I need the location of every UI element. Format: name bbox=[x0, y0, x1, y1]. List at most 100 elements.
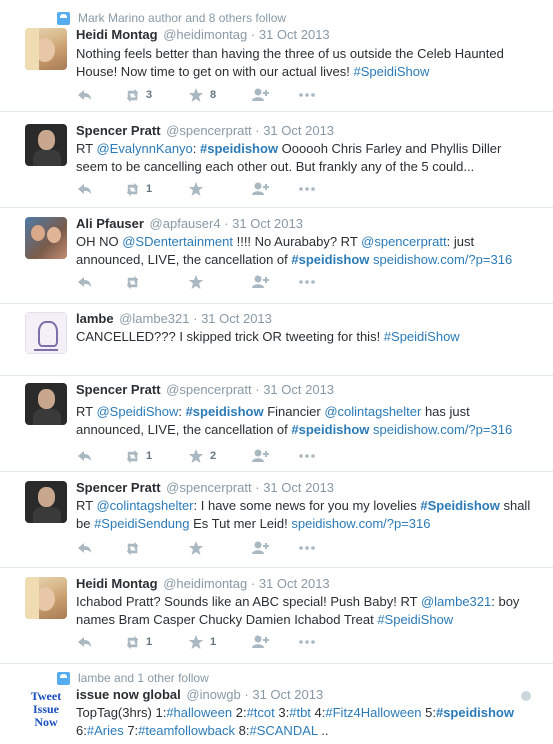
hashtag-link[interactable]: #speidishow bbox=[291, 422, 369, 437]
user-name[interactable]: Spencer Pratt bbox=[76, 123, 161, 138]
user-handle[interactable]: @lambe321 bbox=[119, 311, 189, 326]
tweet-link[interactable]: #SpeidiShow bbox=[377, 612, 453, 627]
more-button[interactable] bbox=[298, 446, 316, 466]
follow-button[interactable] bbox=[252, 538, 270, 558]
tweet-link[interactable]: speidishow.com/?p=316 bbox=[291, 516, 430, 531]
reply-button[interactable] bbox=[76, 272, 92, 292]
tweet-link[interactable]: #teamfollowback bbox=[138, 723, 235, 738]
more-button[interactable] bbox=[298, 272, 316, 292]
tweet-link[interactable]: #SpeidiShow bbox=[353, 64, 429, 79]
reply-button[interactable] bbox=[76, 179, 92, 199]
tweet-link[interactable]: @EvalynnKanyo bbox=[96, 141, 192, 156]
retweet-button[interactable]: 3 bbox=[124, 85, 152, 105]
reply-button[interactable] bbox=[76, 446, 92, 466]
tweet-date[interactable]: · 31 Oct 2013 bbox=[251, 576, 330, 591]
favorite-count: 1 bbox=[210, 636, 217, 648]
reply-button[interactable] bbox=[76, 538, 92, 558]
tweet-date[interactable]: · 31 Oct 2013 bbox=[255, 382, 334, 397]
retweet-button[interactable]: 1 bbox=[124, 179, 152, 199]
tweet[interactable]: Mark Marino author and 8 others follow He… bbox=[0, 0, 553, 112]
tweet[interactable]: Heidi Montag @heidimontag · 31 Oct 2013 I… bbox=[0, 568, 553, 664]
more-icon bbox=[298, 634, 316, 650]
tweet-link[interactable]: #tcot bbox=[247, 705, 275, 720]
tweet-link[interactable]: @SpeidiShow bbox=[96, 404, 178, 419]
tweet-date[interactable]: · 31 Oct 2013 bbox=[255, 123, 334, 138]
avatar[interactable]: Tweet Issue Now bbox=[25, 688, 67, 730]
favorite-button[interactable]: 2 bbox=[188, 446, 216, 466]
hashtag-link[interactable]: #speidishow bbox=[200, 141, 278, 156]
favorite-button[interactable]: 1 bbox=[188, 632, 216, 652]
more-button[interactable] bbox=[298, 538, 316, 558]
avatar[interactable] bbox=[25, 481, 67, 523]
tweet[interactable]: lambe and 1 other follow Tweet Issue Now iss… bbox=[0, 664, 553, 744]
user-handle[interactable]: @heidimontag bbox=[163, 576, 247, 591]
reply-button[interactable] bbox=[76, 632, 92, 652]
tweet-link[interactable]: #Fitz4Halloween bbox=[325, 705, 421, 720]
user-handle[interactable]: @apfauser4 bbox=[150, 216, 221, 231]
tweet-link[interactable]: speidishow.com/?p=316 bbox=[373, 422, 512, 437]
tweet[interactable]: lambe @lambe321 · 31 Oct 2013 CANCELLED??… bbox=[0, 304, 553, 376]
user-handle[interactable]: @spencerpratt bbox=[166, 382, 251, 397]
tweet-link[interactable]: #tbt bbox=[289, 705, 311, 720]
tweet-date[interactable]: · 31 Oct 2013 bbox=[255, 480, 334, 495]
tweet-link[interactable]: #SpeidiShow bbox=[384, 329, 460, 344]
tweet[interactable]: Spencer Pratt @spencerpratt · 31 Oct 201… bbox=[0, 472, 553, 568]
favorite-button[interactable] bbox=[188, 179, 210, 199]
tweet[interactable]: Spencer Pratt @spencerpratt · 31 Oct 201… bbox=[0, 376, 553, 472]
tweet-link[interactable]: #halloween bbox=[166, 705, 232, 720]
retweet-button[interactable]: 1 bbox=[124, 446, 152, 466]
favorite-button[interactable] bbox=[188, 272, 210, 292]
follow-button[interactable] bbox=[252, 85, 270, 105]
hashtag-link[interactable]: #speidishow bbox=[291, 252, 369, 267]
tweet-link[interactable]: @colintagshelter bbox=[96, 498, 193, 513]
tweet-date[interactable]: · 31 Oct 2013 bbox=[251, 27, 330, 42]
more-button[interactable] bbox=[298, 179, 316, 199]
hashtag-link[interactable]: #speidishow bbox=[436, 705, 514, 720]
tweet-date[interactable]: · 31 Oct 2013 bbox=[224, 216, 303, 231]
tweet-link[interactable]: speidishow.com/?p=316 bbox=[373, 252, 512, 267]
more-button[interactable] bbox=[298, 632, 316, 652]
favorite-button[interactable] bbox=[188, 538, 210, 558]
tweet[interactable]: Ali Pfauser @apfauser4 · 31 Oct 2013 OH N… bbox=[0, 208, 553, 304]
gear-icon[interactable] bbox=[521, 691, 531, 701]
tweet[interactable]: Spencer Pratt @spencerpratt · 31 Oct 201… bbox=[0, 112, 553, 208]
tweet-date[interactable]: · 31 Oct 2013 bbox=[193, 311, 272, 326]
tweet-link[interactable]: @SDentertainment bbox=[122, 234, 233, 249]
user-name[interactable]: issue now global bbox=[76, 687, 181, 702]
avatar[interactable] bbox=[25, 217, 67, 259]
avatar[interactable] bbox=[25, 124, 67, 166]
avatar[interactable] bbox=[25, 383, 67, 425]
follow-button[interactable] bbox=[252, 632, 270, 652]
favorite-button[interactable]: 8 bbox=[188, 85, 216, 105]
tweet-link[interactable]: #SCANDAL bbox=[249, 723, 317, 738]
retweet-button[interactable]: 1 bbox=[124, 632, 152, 652]
reply-button[interactable] bbox=[76, 85, 92, 105]
tweet-link[interactable]: @spencerpratt bbox=[361, 234, 446, 249]
retweet-button[interactable] bbox=[124, 538, 146, 558]
user-handle[interactable]: @inowgb bbox=[186, 687, 240, 702]
user-name[interactable]: Heidi Montag bbox=[76, 27, 158, 42]
user-name[interactable]: Spencer Pratt bbox=[76, 480, 161, 495]
retweet-button[interactable] bbox=[124, 272, 146, 292]
hashtag-link[interactable]: #Speidishow bbox=[420, 498, 499, 513]
avatar[interactable] bbox=[25, 312, 67, 354]
tweet-link[interactable]: #Aries bbox=[87, 723, 124, 738]
follow-button[interactable] bbox=[252, 179, 270, 199]
user-handle[interactable]: @heidimontag bbox=[163, 27, 247, 42]
follow-button[interactable] bbox=[252, 272, 270, 292]
user-name[interactable]: Heidi Montag bbox=[76, 576, 158, 591]
user-handle[interactable]: @spencerpratt bbox=[166, 123, 251, 138]
tweet-link[interactable]: @lambe321 bbox=[421, 594, 491, 609]
user-name[interactable]: Spencer Pratt bbox=[76, 382, 161, 397]
avatar[interactable] bbox=[25, 577, 67, 619]
user-handle[interactable]: @spencerpratt bbox=[166, 480, 251, 495]
tweet-date[interactable]: · 31 Oct 2013 bbox=[244, 687, 323, 702]
more-button[interactable] bbox=[298, 85, 316, 105]
avatar[interactable] bbox=[25, 28, 67, 70]
user-name[interactable]: Ali Pfauser bbox=[76, 216, 144, 231]
user-name[interactable]: lambe bbox=[76, 311, 114, 326]
hashtag-link[interactable]: #speidishow bbox=[186, 404, 264, 419]
follow-button[interactable] bbox=[252, 446, 270, 466]
tweet-link[interactable]: #SpeidiSendung bbox=[94, 516, 189, 531]
tweet-link[interactable]: @colintagshelter bbox=[324, 404, 421, 419]
